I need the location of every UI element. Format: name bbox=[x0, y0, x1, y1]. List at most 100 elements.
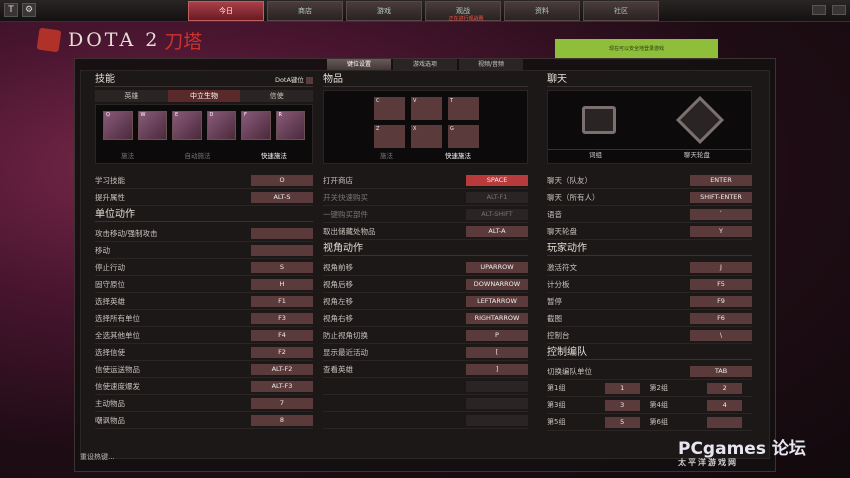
item-slot-x[interactable]: X bbox=[411, 125, 442, 148]
item-slots-box: C V T Z X G 施法 快速施法 bbox=[323, 90, 528, 164]
logo-text: DOTA 2 bbox=[68, 29, 161, 51]
hotkey-button[interactable]: Y bbox=[690, 225, 752, 237]
hotkey-button[interactable]: ALT-F2 bbox=[251, 363, 313, 375]
settings-content: 技能 DotA键位 英雄 中立生物 信使 Q W E D F R 施法 自动施法… bbox=[80, 70, 770, 459]
skill-slot-e[interactable]: E bbox=[172, 111, 202, 140]
hotkey-button[interactable]: SHIFT-ENTER bbox=[690, 191, 752, 203]
subtab-courier[interactable]: 信使 bbox=[240, 90, 314, 102]
hotkey-button[interactable]: F5 bbox=[690, 278, 752, 290]
skill-slot-f[interactable]: F bbox=[241, 111, 271, 140]
item-slot-c[interactable]: C bbox=[374, 97, 405, 120]
skill-slot-r[interactable]: R bbox=[275, 111, 305, 140]
hotkey-button[interactable] bbox=[466, 414, 528, 426]
column-items: 物品 C V T Z X G 施法 快速施法 打开商店 SPACE 开关快速购买 A… bbox=[323, 73, 528, 429]
item-slot-t[interactable]: T bbox=[448, 97, 479, 120]
dota-key-toggle[interactable]: DotA键位 bbox=[275, 73, 313, 86]
subtab-neutral[interactable]: 中立生物 bbox=[167, 90, 241, 102]
group-key[interactable]: 2 bbox=[707, 382, 742, 394]
hotkey-button[interactable]: TAB bbox=[690, 365, 752, 377]
hotkey-button[interactable]: P bbox=[466, 329, 528, 341]
settings-icon[interactable]: ⚙ bbox=[22, 3, 36, 17]
hotkey-row: 提升属性 ALT-S bbox=[95, 189, 313, 206]
unit-actions-header: 单位动作 bbox=[95, 208, 313, 222]
hotkey-button[interactable]: DOWNARROW bbox=[466, 278, 528, 290]
mode-cast[interactable]: 施法 bbox=[121, 150, 134, 160]
hotkey-button[interactable]: [ bbox=[466, 346, 528, 358]
item-mode-quickcast[interactable]: 快速施法 bbox=[445, 150, 471, 160]
skills-title: 技能 bbox=[95, 74, 115, 85]
mode-quickcast[interactable]: 快速施法 bbox=[261, 150, 287, 160]
tab-community[interactable]: 社区 bbox=[583, 1, 659, 21]
group-key[interactable] bbox=[707, 416, 742, 428]
chat-box: 词组 聊天轮盘 bbox=[547, 90, 752, 164]
tab-play[interactable]: 游戏 bbox=[346, 1, 422, 21]
chat-wheel-icon[interactable] bbox=[676, 95, 725, 145]
control-groups-header: 控制编队 bbox=[547, 346, 752, 360]
hotkey-button[interactable] bbox=[466, 380, 528, 392]
hotkey-button[interactable]: F4 bbox=[251, 329, 313, 341]
reset-hotkeys-link[interactable]: 重设热键... bbox=[80, 452, 115, 462]
skill-slot-d[interactable]: D bbox=[206, 111, 236, 140]
hotkey-button[interactable] bbox=[251, 227, 313, 239]
group-key[interactable]: 3 bbox=[604, 399, 640, 411]
chat-phrases-label: 词组 bbox=[589, 151, 602, 159]
hotkey-button[interactable]: ALT-SHIFT bbox=[466, 208, 528, 220]
player-header: 玩家动作 bbox=[547, 242, 752, 256]
hotkey-button[interactable]: ALT-F3 bbox=[251, 380, 313, 392]
tab-today[interactable]: 今日 bbox=[188, 1, 264, 21]
subtab-hero[interactable]: 英雄 bbox=[95, 90, 168, 102]
hotkey-button[interactable]: J bbox=[690, 261, 752, 273]
hotkey-button[interactable]: ALT-S bbox=[251, 191, 313, 203]
hotkey-button[interactable]: ALT-F1 bbox=[466, 191, 528, 203]
hotkey-button[interactable]: 7 bbox=[251, 397, 313, 409]
mail-icon[interactable] bbox=[812, 5, 826, 15]
item-slot-z[interactable]: Z bbox=[374, 125, 405, 148]
item-slot-g[interactable]: G bbox=[448, 125, 479, 148]
menu-icon[interactable] bbox=[832, 5, 846, 15]
group-key[interactable]: 1 bbox=[604, 382, 640, 394]
hotkey-button[interactable]: ] bbox=[466, 363, 528, 375]
hotkey-button[interactable]: SPACE bbox=[466, 174, 528, 186]
skill-slot-w[interactable]: W bbox=[137, 111, 167, 140]
hotkey-button[interactable]: ALT-A bbox=[466, 225, 528, 237]
dota-logo: DOTA 2 刀塔 bbox=[36, 27, 203, 53]
hotkey-button[interactable] bbox=[251, 244, 313, 256]
items-header: 物品 bbox=[323, 73, 528, 87]
hotkey-button[interactable]: F1 bbox=[251, 295, 313, 307]
skill-slot-q[interactable]: Q bbox=[103, 111, 133, 140]
hotkey-button[interactable]: RIGHTARROW bbox=[466, 312, 528, 324]
group-key[interactable]: 4 bbox=[707, 399, 742, 411]
hotkey-button[interactable]: 8 bbox=[251, 414, 313, 426]
hotkey-button[interactable]: \ bbox=[690, 329, 752, 341]
group-row: 第1组 1 第2组 2 bbox=[547, 380, 752, 397]
chat-phrases-icon[interactable] bbox=[581, 106, 616, 134]
hotkey-button[interactable]: ENTER bbox=[690, 174, 752, 186]
group-row: 第5组 5 第6组 bbox=[547, 414, 752, 431]
item-slot-v[interactable]: V bbox=[411, 97, 442, 120]
hotkey-button[interactable]: O bbox=[251, 174, 313, 186]
hotkey-button[interactable]: F2 bbox=[251, 346, 313, 358]
column-skills: 技能 DotA键位 英雄 中立生物 信使 Q W E D F R 施法 自动施法… bbox=[95, 73, 314, 429]
hotkey-button[interactable]: F6 bbox=[690, 312, 752, 324]
logo-cn-text: 刀塔 bbox=[164, 30, 203, 53]
chat-header: 聊天 bbox=[547, 73, 752, 87]
item-mode-cast[interactable]: 施法 bbox=[380, 150, 393, 160]
hotkey-button[interactable]: F9 bbox=[690, 295, 752, 307]
hotkey-button[interactable]: S bbox=[251, 261, 313, 273]
hotkey-button[interactable]: H bbox=[251, 278, 313, 290]
hotkey-button[interactable]: ` bbox=[690, 208, 752, 220]
column-chat: 聊天 词组 聊天轮盘 聊天（队友） ENTER 聊天（所有人） SHIFT-ENTE… bbox=[547, 73, 752, 431]
mode-autocast[interactable]: 自动施法 bbox=[184, 150, 210, 160]
close-button[interactable]: T bbox=[4, 3, 18, 17]
login-notice[interactable]: 现在可以安全地登录游戏 bbox=[555, 39, 718, 60]
group-key[interactable]: 5 bbox=[604, 416, 640, 428]
skill-subtabs: 英雄 中立生物 信使 bbox=[95, 90, 314, 102]
camera-header: 视角动作 bbox=[323, 242, 528, 256]
hotkey-button[interactable]: LEFTARROW bbox=[466, 295, 528, 307]
hotkey-button[interactable]: F3 bbox=[251, 312, 313, 324]
tab-store[interactable]: 商店 bbox=[267, 1, 343, 21]
hotkey-button[interactable] bbox=[466, 397, 528, 409]
group-row: 第3组 3 第4组 4 bbox=[547, 397, 752, 414]
tab-profile[interactable]: 资料 bbox=[504, 1, 580, 21]
hotkey-button[interactable]: UPARROW bbox=[466, 261, 528, 273]
